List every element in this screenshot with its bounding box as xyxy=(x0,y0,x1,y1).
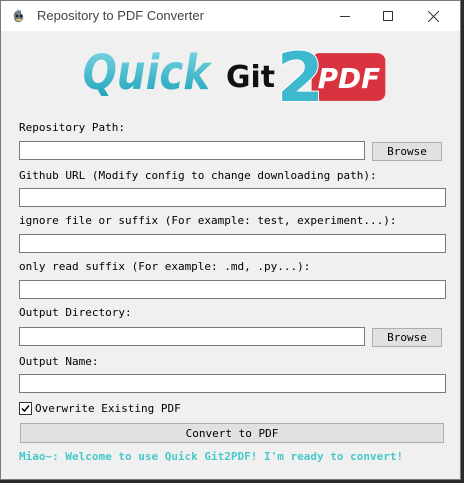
ignore-label: ignore file or suffix (For example: test… xyxy=(19,214,397,227)
output-dir-input[interactable] xyxy=(19,327,365,346)
github-url-label: Github URL (Modify config to change down… xyxy=(19,169,377,182)
minimize-button[interactable] xyxy=(322,1,368,31)
svg-text:PDF: PDF xyxy=(318,62,381,95)
app-icon xyxy=(13,9,24,23)
ignore-input[interactable] xyxy=(19,234,446,253)
svg-text:Git: Git xyxy=(226,60,275,95)
overwrite-checkbox[interactable] xyxy=(19,401,32,415)
repo-path-label: Repository Path: xyxy=(19,121,125,134)
github-url-input[interactable] xyxy=(19,188,446,207)
output-name-label: Output Name: xyxy=(19,355,99,368)
output-dir-label: Output Directory: xyxy=(19,306,132,319)
output-name-input[interactable] xyxy=(19,374,446,393)
maximize-icon xyxy=(383,11,393,21)
quick-git2pdf-logo: Quick Git PDF 2 xyxy=(83,37,386,111)
title-bar: Repository to PDF Converter xyxy=(1,1,460,31)
overwrite-label: Overwrite Existing PDF xyxy=(35,401,181,415)
status-message: Miao~: Welcome to use Quick Git2PDF! I'm… xyxy=(19,450,404,463)
only-read-input[interactable] xyxy=(19,280,446,299)
overwrite-option[interactable]: Overwrite Existing PDF xyxy=(19,401,181,415)
repo-path-input[interactable] xyxy=(19,141,365,160)
app-window: Repository to PDF Converter Quick Git PD… xyxy=(0,0,461,480)
maximize-button[interactable] xyxy=(365,1,411,31)
convert-button[interactable]: Convert to PDF xyxy=(20,423,444,443)
window-title: Repository to PDF Converter xyxy=(37,8,204,23)
output-browse-button[interactable]: Browse xyxy=(372,328,442,347)
close-icon xyxy=(427,10,439,22)
checkmark-icon xyxy=(21,404,30,412)
svg-text:2: 2 xyxy=(277,38,324,111)
only-read-label: only read suffix (For example: .md, .py.… xyxy=(19,260,311,273)
close-button[interactable] xyxy=(410,1,456,31)
minimize-icon xyxy=(340,16,350,17)
repo-browse-button[interactable]: Browse xyxy=(372,142,442,161)
svg-text:Quick: Quick xyxy=(83,46,213,101)
